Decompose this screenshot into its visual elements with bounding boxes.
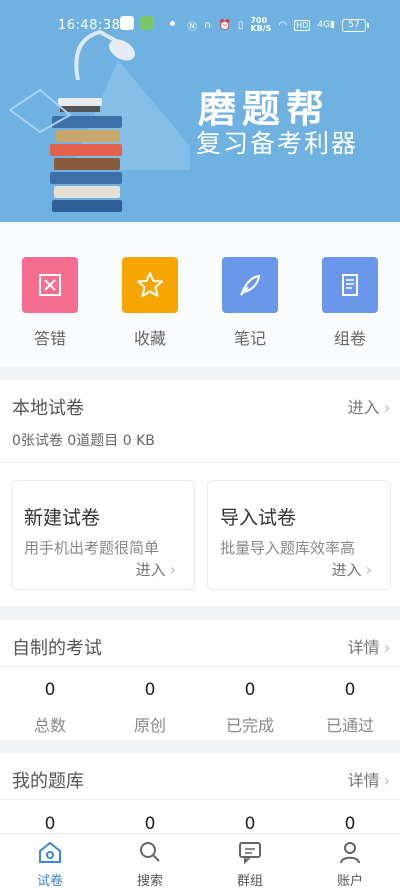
new-paper-card[interactable]: 新建试卷 用手机出考题很简单 进入 › (11, 480, 195, 590)
chat-icon (239, 842, 261, 865)
hd-icon: HD (294, 19, 311, 31)
bank-stat-2: 0 (144, 814, 156, 834)
home-icon (39, 841, 61, 863)
local-papers-stats: 0张试卷 0道题目 0 KB (12, 433, 155, 449)
import-paper-desc: 批量导入题库效率高 (220, 539, 356, 557)
bank-stat-3: 0 (244, 814, 256, 834)
user-icon (340, 842, 360, 864)
battery-icon: 57 (342, 18, 369, 32)
my-exams-title: 自制的考试 (12, 638, 102, 659)
chevron-right-icon: › (383, 771, 390, 790)
nav-tab-search[interactable]: 搜索 (100, 840, 200, 889)
my-exams-section: 自制的考试 详情 › 0 总数 0 原创 0 已完成 0 已通过 (0, 620, 400, 740)
star-icon (122, 257, 178, 313)
divider (0, 462, 400, 463)
chevron-right-icon: › (383, 398, 390, 417)
exam-stat-total: 0 总数 (33, 680, 66, 735)
wifi-icon: ◠ (278, 19, 288, 31)
local-papers-enter[interactable]: 进入 › (348, 394, 390, 418)
scroll-icon (322, 257, 378, 313)
new-paper-desc: 用手机出考题很简单 (24, 539, 160, 557)
app-subtitle: 复习备考利器 (196, 129, 359, 158)
nav-tab-groups[interactable]: 群组 (200, 840, 300, 889)
favorites-label: 收藏 (133, 329, 166, 348)
quick-actions: 答错 收藏 笔记 组卷 (0, 222, 400, 366)
net-speed: 700 KB/S (250, 16, 272, 33)
my-bank-section: 我的题库 详情 › 0 0 0 0 (0, 753, 400, 834)
exam-stat-passed: 0 已通过 (325, 680, 374, 735)
local-papers-title: 本地试卷 (12, 398, 84, 419)
compose-paper-label: 组卷 (333, 329, 366, 348)
divider (0, 799, 400, 800)
banner: 16:48:38 Ⓝ ∩ ⏰ ▯ 700 KB/S ◠ HD 4G▮ 57 磨题… (0, 0, 400, 222)
books-lamp-illustration (8, 29, 190, 212)
my-bank-title: 我的题库 (12, 771, 84, 792)
alarm-icon: ⏰ (218, 19, 231, 31)
bottom-nav: 试卷 搜索 群组 账户 (0, 833, 400, 889)
favorites-button[interactable]: 收藏 (120, 257, 180, 349)
headphones-icon: ∩ (204, 19, 212, 31)
nav-tab-account[interactable]: 账户 (300, 840, 400, 889)
notes-button[interactable]: 笔记 (220, 257, 280, 349)
my-bank-details[interactable]: 详情 › (348, 767, 390, 791)
chevron-right-icon: › (383, 638, 390, 657)
wrong-answers-button[interactable]: 答错 (20, 257, 80, 349)
notes-label: 笔记 (233, 329, 266, 348)
bank-stat-1: 0 (44, 814, 56, 834)
new-paper-title: 新建试卷 (24, 507, 101, 529)
import-paper-enter[interactable]: 进入 › (332, 559, 372, 580)
import-paper-card[interactable]: 导入试卷 批量导入题库效率高 进入 › (207, 480, 391, 590)
feather-pen-icon (222, 257, 278, 313)
bank-stat-4: 0 (344, 814, 356, 834)
signal-icon: 4G▮ (317, 20, 335, 30)
exam-stat-original: 0 原创 (133, 680, 166, 735)
import-paper-title: 导入试卷 (220, 507, 297, 529)
chevron-right-icon: › (365, 560, 372, 579)
search-icon (140, 842, 160, 862)
divider (0, 666, 400, 667)
nav-tab-papers[interactable]: 试卷 (0, 840, 100, 889)
new-paper-enter[interactable]: 进入 › (136, 559, 176, 580)
wrong-answers-label: 答错 (33, 329, 66, 348)
status-system-icons: Ⓝ ∩ ⏰ ▯ 700 KB/S ◠ HD 4G▮ 57 (187, 16, 369, 33)
my-exams-details[interactable]: 详情 › (348, 634, 390, 658)
vibrate-icon: ▯ (237, 19, 244, 31)
compose-paper-button[interactable]: 组卷 (320, 257, 380, 349)
exam-stat-completed: 0 已完成 (225, 680, 274, 735)
local-papers-card: 本地试卷 进入 › 0张试卷 0道题目 0 KB 新建试卷 用手机出考题很简单 进… (0, 380, 400, 606)
wrong-answers-icon (22, 257, 78, 313)
chevron-right-icon: › (169, 560, 176, 579)
